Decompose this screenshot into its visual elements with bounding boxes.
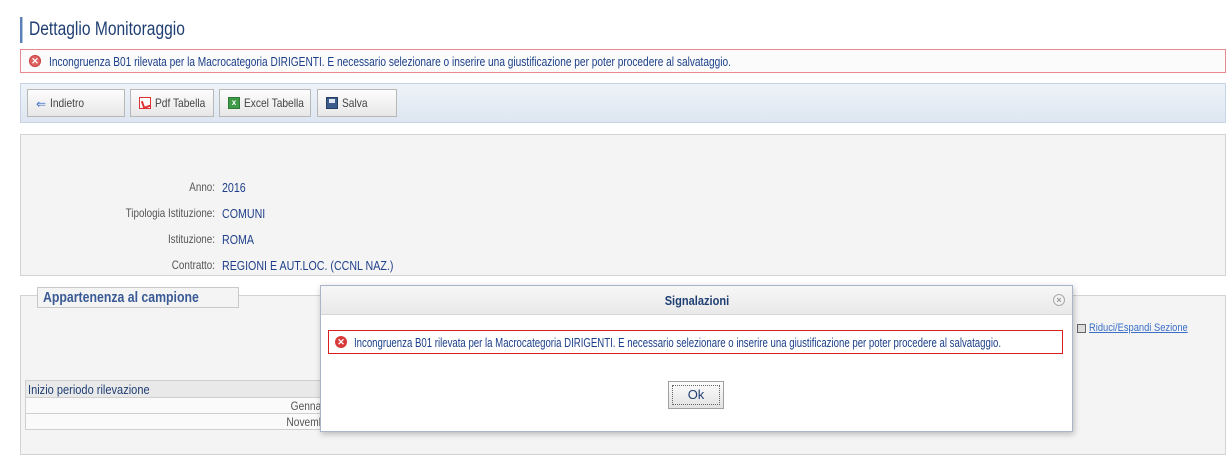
error-message: Incongruenza B01 rilevata per la Macroca… (49, 53, 732, 69)
info-row-contratto: Contratto: REGIONI E AUT.LOC. (CCNL NAZ.… (21, 256, 431, 274)
ok-button[interactable]: Ok (668, 381, 724, 409)
tipologia-label: Tipologia Istituzione: (125, 206, 215, 220)
anno-label: Anno: (189, 180, 215, 194)
validation-error-banner: ✕ Incongruenza B01 rilevata per la Macro… (20, 49, 1226, 73)
info-row-istituzione: Istituzione: ROMA (21, 230, 261, 248)
arrow-left-icon: ⇐ (36, 97, 47, 111)
istituzione-label: Istituzione: (167, 232, 215, 246)
info-row-anno: Anno: 2016 (21, 178, 251, 196)
collapse-expand-link[interactable]: | Riduci/Espandi Sezione (1070, 322, 1205, 334)
excel-icon: x (228, 97, 240, 109)
back-button-label: Indietro (50, 96, 85, 110)
save-button-label: Salva (342, 96, 368, 110)
pdf-button-label: Pdf Tabella (155, 96, 206, 110)
back-button[interactable]: ⇐ Indietro (27, 89, 125, 117)
dialog-title: Signalazioni (664, 293, 729, 308)
istituzione-value: ROMA (222, 231, 254, 247)
contratto-value: REGIONI E AUT.LOC. (CCNL NAZ.) (222, 257, 394, 273)
dialog-error-message: Incongruenza B01 rilevata per la Macroca… (354, 334, 1002, 350)
section-title: Appartenenza al campione (37, 287, 240, 308)
pdf-export-button[interactable]: Pdf Tabella (130, 89, 214, 117)
floppy-disk-icon (326, 97, 338, 109)
ok-button-label: Ok (672, 385, 720, 405)
monitoring-info-panel: Anno: 2016 Tipologia Istituzione: COMUNI… (20, 134, 1226, 276)
error-circle-icon: ✕ (335, 336, 347, 348)
tipologia-value: COMUNI (222, 205, 266, 221)
toolbar: ⇐ Indietro Pdf Tabella x Excel Tabella S… (20, 83, 1226, 123)
dialog-title-bar: Signalazioni × (321, 286, 1072, 315)
info-row-tipologia: Tipologia Istituzione: COMUNI (21, 204, 275, 222)
close-icon[interactable]: × (1053, 294, 1065, 306)
dialog-error-message-box: ✕ Incongruenza B01 rilevata per la Macro… (328, 330, 1063, 354)
excel-export-button[interactable]: x Excel Tabella (219, 89, 311, 117)
pdf-icon (139, 97, 151, 109)
collapse-icon (1076, 323, 1086, 333)
save-button[interactable]: Salva (317, 89, 397, 117)
error-circle-icon: ✕ (29, 55, 41, 67)
signalazioni-dialog: Signalazioni × ✕ Incongruenza B01 rileva… (320, 285, 1073, 432)
contratto-label: Contratto: (171, 258, 215, 272)
page-title: Dettaglio Monitoraggio (20, 17, 348, 43)
collapse-expand-label: Riduci/Espandi Sezione (1088, 322, 1188, 334)
excel-button-label: Excel Tabella (244, 96, 304, 110)
anno-value: 2016 (222, 179, 246, 195)
